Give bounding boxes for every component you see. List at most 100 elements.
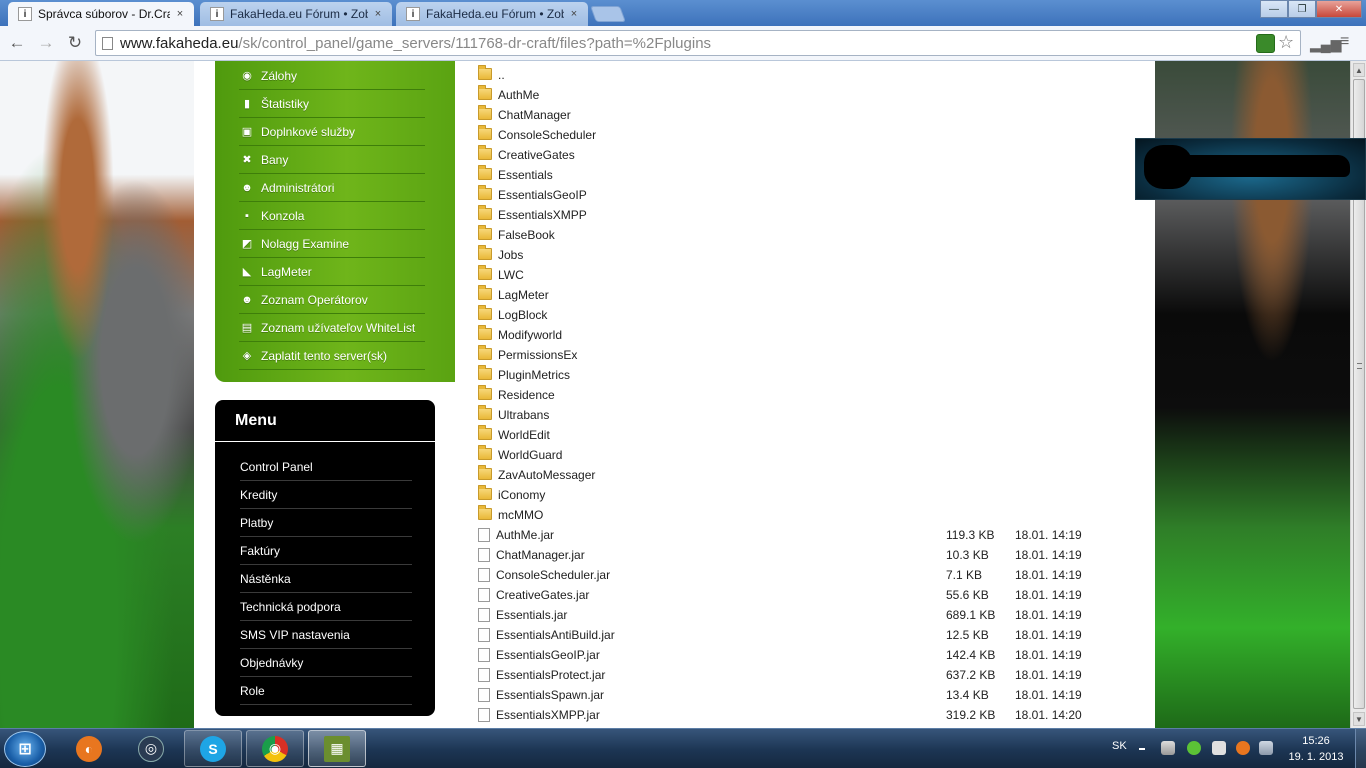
folder-row[interactable]: PluginMetrics [478, 365, 1128, 385]
server-menu-item[interactable]: ◉ Zálohy [239, 62, 425, 90]
file-name[interactable]: ZavAutoMessager [498, 468, 938, 482]
maximize-button[interactable]: ❐ [1288, 0, 1316, 18]
wrench-menu-icon[interactable]: ≡ [1340, 33, 1349, 51]
file-row[interactable]: CreativeGates.jar 55.6 KB 18.01. 14:19 [478, 585, 1128, 605]
folder-row[interactable]: WorldEdit [478, 425, 1128, 445]
account-menu-item[interactable]: Platby [240, 509, 412, 537]
file-name[interactable]: CreativeGates [498, 148, 938, 162]
folder-row[interactable]: ChatManager [478, 105, 1128, 125]
tab-file-manager[interactable]: i Správca súborov - Dr.Craft × [8, 2, 194, 26]
server-menu-item[interactable]: ▮ Štatistiky [239, 90, 425, 118]
system-clock[interactable]: 15:26 19. 1. 2013 [1288, 733, 1344, 765]
file-name[interactable]: EssentialsXMPP.jar [496, 708, 936, 722]
folder-row[interactable]: iConomy [478, 485, 1128, 505]
tray-arrow-icon[interactable] [1139, 748, 1145, 750]
file-name[interactable]: Jobs [498, 248, 938, 262]
file-name[interactable]: EssentialsGeoIP.jar [496, 648, 936, 662]
file-name[interactable]: PluginMetrics [498, 368, 938, 382]
account-menu-item[interactable]: Role [240, 677, 412, 705]
file-name[interactable]: mcMMO [498, 508, 938, 522]
server-menu-item[interactable]: ◣ LagMeter [239, 258, 425, 286]
folder-row[interactable]: ConsoleScheduler [478, 125, 1128, 145]
account-menu-item[interactable]: Control Panel [240, 453, 412, 481]
account-menu-item[interactable]: Technická podpora [240, 593, 412, 621]
account-menu-item[interactable]: SMS VIP nastavenia [240, 621, 412, 649]
file-row[interactable]: Essentials.jar 689.1 KB 18.01. 14:19 [478, 605, 1128, 625]
file-name[interactable]: LogBlock [498, 308, 938, 322]
steam-taskbar-button[interactable]: ◎ [122, 730, 180, 767]
bookmark-star-icon[interactable]: ☆ [1278, 32, 1294, 53]
folder-row[interactable]: FalseBook [478, 225, 1128, 245]
scroll-up-arrow[interactable]: ▲ [1353, 63, 1365, 77]
folder-row[interactable]: Ultrabans [478, 405, 1128, 425]
avast-icon[interactable] [1236, 741, 1250, 755]
file-row[interactable]: EssentialsAntiBuild.jar 12.5 KB 18.01. 14:… [478, 625, 1128, 645]
file-name[interactable]: WorldGuard [498, 448, 938, 462]
server-menu-item[interactable]: ◈ Zaplatit tento server(sk) [239, 342, 425, 370]
account-menu-item[interactable]: Objednávky [240, 649, 412, 677]
file-row[interactable]: EssentialsXMPP.jar 319.2 KB 18.01. 14:20 [478, 705, 1128, 725]
volume-icon[interactable] [1161, 741, 1175, 755]
show-desktop-button[interactable] [1355, 729, 1366, 768]
close-tab-icon[interactable]: × [372, 8, 384, 20]
account-menu-item[interactable]: Kredity [240, 481, 412, 509]
extension-shield-icon[interactable] [1256, 34, 1275, 53]
folder-row[interactable]: PermissionsEx [478, 345, 1128, 365]
file-name[interactable]: LWC [498, 268, 938, 282]
file-name[interactable]: iConomy [498, 488, 938, 502]
file-name[interactable]: Essentials [498, 168, 938, 182]
file-name[interactable]: Modifyworld [498, 328, 938, 342]
signal-bars-icon[interactable]: ▂▄▆ [1310, 36, 1341, 53]
close-tab-icon[interactable]: × [568, 8, 580, 20]
address-url[interactable]: www.fakaheda.eu/sk/control_panel/game_se… [120, 35, 711, 52]
address-bar[interactable]: www.fakaheda.eu/sk/control_panel/game_se… [95, 30, 1301, 56]
account-menu-item[interactable]: Faktúry [240, 537, 412, 565]
file-name[interactable]: CreativeGates.jar [496, 588, 936, 602]
server-menu-item[interactable]: ✖ Bany [239, 146, 425, 174]
reload-button[interactable]: ↻ [64, 33, 86, 53]
file-name[interactable]: Residence [498, 388, 938, 402]
file-name[interactable]: EssentialsGeoIP [498, 188, 938, 202]
scroll-down-arrow[interactable]: ▼ [1353, 712, 1365, 726]
file-name[interactable]: PermissionsEx [498, 348, 938, 362]
file-name[interactable]: AuthMe.jar [496, 528, 936, 542]
folder-row[interactable]: .. [478, 65, 1128, 85]
file-row[interactable]: EssentialsSpawn.jar 13.4 KB 18.01. 14:19 [478, 685, 1128, 705]
file-name[interactable]: EssentialsAntiBuild.jar [496, 628, 936, 642]
server-menu-item[interactable]: ◩ Nolagg Examine [239, 230, 425, 258]
server-menu-item[interactable]: ▤ Zoznam užívateľov WhiteList [239, 314, 425, 342]
close-tab-icon[interactable]: × [174, 8, 186, 20]
file-name[interactable]: LagMeter [498, 288, 938, 302]
start-button[interactable]: ⊞ [4, 731, 46, 767]
folder-row[interactable]: Essentials [478, 165, 1128, 185]
folder-row[interactable]: Residence [478, 385, 1128, 405]
file-name[interactable]: ConsoleScheduler.jar [496, 568, 936, 582]
folder-row[interactable]: EssentialsXMPP [478, 205, 1128, 225]
file-name[interactable]: ChatManager.jar [496, 548, 936, 562]
file-row[interactable]: EssentialsProtect.jar 637.2 KB 18.01. 14:1… [478, 665, 1128, 685]
tray-green-app-icon[interactable] [1187, 741, 1201, 755]
server-menu-item[interactable]: ☻ Administrátori [239, 174, 425, 202]
tab-forum-2[interactable]: i FakaHeda.eu Fórum • Zob × [396, 2, 588, 26]
file-name[interactable]: .. [498, 68, 938, 82]
folder-row[interactable]: LagMeter [478, 285, 1128, 305]
minimize-button[interactable]: — [1260, 0, 1288, 18]
network-icon[interactable] [1259, 741, 1273, 755]
folder-row[interactable]: CreativeGates [478, 145, 1128, 165]
language-indicator[interactable]: SK [1112, 740, 1127, 752]
file-row[interactable]: ConsoleScheduler.jar 7.1 KB 18.01. 14:19 [478, 565, 1128, 585]
firefox-taskbar-button[interactable]: ◐ [60, 730, 118, 767]
file-name[interactable]: Essentials.jar [496, 608, 936, 622]
chrome-taskbar-button[interactable]: ◉ [246, 730, 304, 767]
tab-forum-1[interactable]: i FakaHeda.eu Fórum • Zob × [200, 2, 392, 26]
file-name[interactable]: WorldEdit [498, 428, 938, 442]
file-name[interactable]: ChatManager [498, 108, 938, 122]
account-menu-item[interactable]: Nástěnka [240, 565, 412, 593]
file-name[interactable]: EssentialsSpawn.jar [496, 688, 936, 702]
new-tab-button[interactable] [590, 6, 626, 22]
folder-row[interactable]: EssentialsGeoIP [478, 185, 1128, 205]
minecraft-taskbar-button[interactable]: ▦ [308, 730, 366, 767]
file-name[interactable]: ConsoleScheduler [498, 128, 938, 142]
folder-row[interactable]: Jobs [478, 245, 1128, 265]
folder-row[interactable]: LWC [478, 265, 1128, 285]
